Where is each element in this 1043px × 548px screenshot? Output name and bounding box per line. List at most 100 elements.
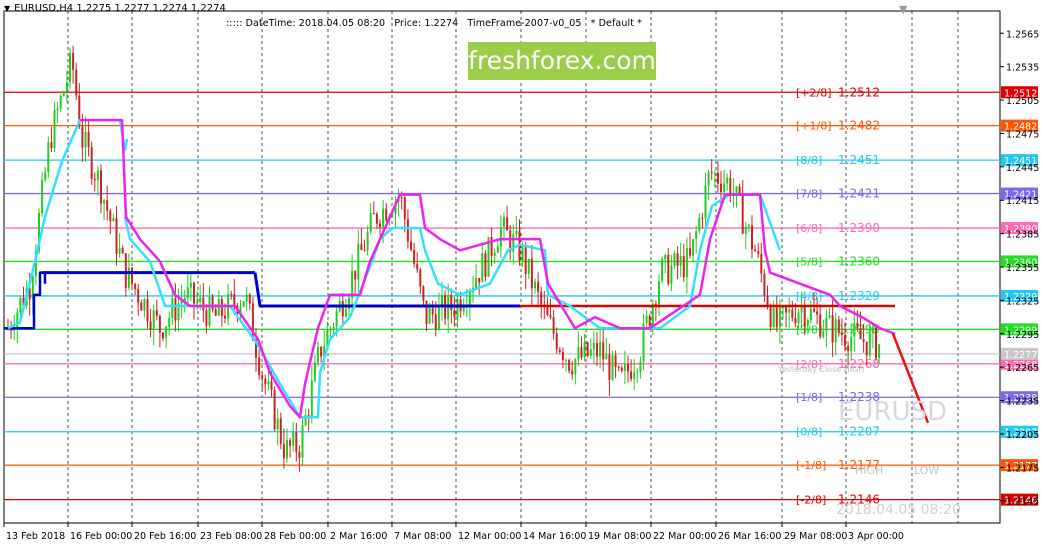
watermark-datetime: 2018.04.05 08:20 [836, 502, 961, 518]
murrey-level-label: [3/8] [796, 323, 822, 336]
candle-body [806, 320, 809, 326]
candle-body [468, 292, 471, 306]
candle-body [295, 432, 298, 452]
candle-body [859, 328, 862, 340]
candle-body [868, 333, 871, 356]
candle-body [809, 308, 812, 321]
yesterday-label: Yesterday Close HIGH [777, 365, 864, 374]
candle-body [577, 347, 580, 360]
candle-body [410, 241, 412, 250]
x-tick-label: 14 Mar 16:00 [523, 531, 586, 542]
candle-body [205, 310, 208, 326]
candle-body [751, 225, 753, 250]
candle-body [871, 327, 874, 334]
candle-body [524, 247, 527, 274]
candle-body [416, 263, 419, 270]
candle-body [208, 296, 211, 326]
candle-body [382, 208, 385, 228]
candle-body [583, 342, 586, 358]
candle-body [515, 230, 518, 235]
candle-body [19, 297, 22, 313]
murrey-level-label: [6/8] [796, 222, 822, 235]
corner-marker-icon[interactable]: ▼ [899, 3, 907, 16]
murrey-level-label: [0/8] [796, 426, 822, 439]
candle-body [65, 82, 68, 92]
murrey-level-value: 1.2390 [838, 221, 880, 235]
candle-body [744, 226, 747, 234]
candle-body [453, 310, 456, 318]
candle-body [276, 418, 279, 430]
info-default: * Default * [590, 18, 643, 29]
candle-body [496, 246, 499, 253]
candle-body [100, 170, 102, 204]
x-tick-label: 7 Mar 08:00 [394, 531, 451, 542]
candle-body [791, 309, 794, 318]
candle-body [639, 361, 642, 372]
x-tick-label: 19 Mar 08:00 [588, 531, 651, 542]
candle-body [62, 91, 65, 97]
candle-body [695, 231, 698, 240]
murrey-level-value: 1.2512 [838, 85, 880, 99]
candle-body [772, 307, 775, 327]
murrey-level-value: 1.2482 [838, 119, 880, 133]
candle-body [664, 254, 667, 260]
candle-body [431, 307, 434, 315]
candle-body [69, 52, 71, 83]
candle-body [782, 307, 784, 309]
y-tick-label: 1.2265 [1006, 363, 1039, 374]
candle-body [865, 341, 868, 356]
indicator-info: ::::: DateTime: 2018.04.05 08:20 Price: … [226, 18, 648, 29]
candle-body [310, 380, 313, 416]
candle-body [363, 249, 366, 251]
candle-body [202, 297, 205, 311]
info-datetime: ::::: DateTime: 2018.04.05 08:20 [226, 18, 386, 29]
candle-body [90, 147, 93, 179]
candle-body [81, 126, 84, 148]
candle-body [506, 217, 509, 231]
candle-body [800, 306, 803, 313]
x-axis: 13 Feb 2018 16 Feb 00:00 20 Feb 16:00 23 Fe… [3, 523, 904, 542]
candle-body [527, 258, 530, 274]
candle-body [47, 142, 50, 173]
candle-body [372, 213, 375, 215]
low-label: LOW [914, 464, 939, 477]
candle-body [602, 342, 605, 360]
candle-body [273, 390, 276, 430]
candle-body [143, 299, 146, 311]
candle-body [245, 294, 248, 302]
candle-body [617, 366, 620, 368]
collapse-triangle-icon[interactable]: ▼ [4, 4, 10, 13]
candle-body [437, 305, 440, 330]
candle-body [710, 172, 713, 174]
y-tick-label: 1.2355 [1006, 263, 1039, 274]
candle-body [605, 354, 608, 360]
x-tick-label: 13 Feb 2018 [6, 531, 65, 542]
candle-body [831, 315, 834, 343]
candle-body [317, 346, 319, 363]
candle-body [778, 307, 781, 328]
candle-body [282, 443, 285, 459]
candle-body [825, 317, 828, 332]
x-tick-label: 26 Mar 16:00 [718, 531, 781, 542]
candle-body [729, 177, 732, 196]
candle-body [162, 332, 164, 339]
candle-body [344, 309, 347, 317]
candle-body [369, 213, 372, 232]
candle-body [118, 247, 121, 254]
candle-body [537, 281, 540, 292]
info-price: Price: 1.2274 [394, 18, 459, 29]
candle-body [193, 282, 195, 304]
candle-body [555, 333, 558, 350]
candle-body [186, 287, 189, 299]
candle-body [400, 197, 403, 199]
candle-body [828, 315, 831, 318]
candle-body [72, 52, 75, 70]
candle-body [115, 218, 118, 254]
candle-body [499, 226, 502, 247]
candle-body [224, 315, 226, 319]
candle-body [434, 314, 437, 330]
candle-body [220, 298, 223, 316]
candle-body [813, 308, 815, 312]
symbol-header: ▼ EURUSD,H4 1.2275 1.2277 1.2274 1.2274 [4, 3, 226, 14]
candle-body [286, 440, 288, 459]
